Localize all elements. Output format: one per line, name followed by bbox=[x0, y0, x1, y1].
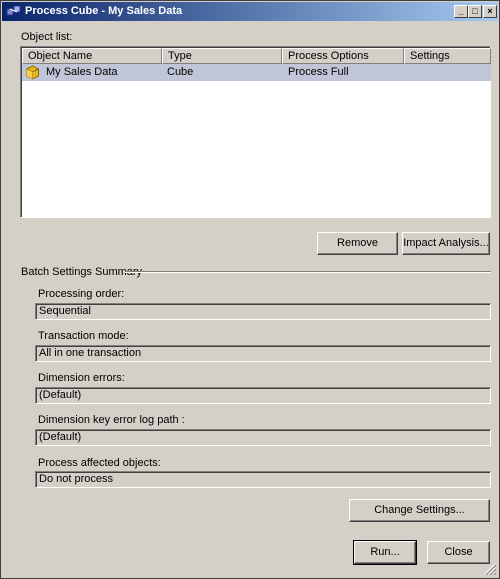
object-list[interactable]: Object Name Type Process Options Setting… bbox=[20, 46, 491, 218]
minimize-button[interactable]: _ bbox=[454, 5, 468, 18]
dimension-errors-field: (Default) bbox=[35, 387, 491, 404]
dimension-key-error-log-path-field: (Default) bbox=[35, 429, 491, 446]
change-settings-button[interactable]: Change Settings... bbox=[349, 499, 490, 522]
process-app-icon bbox=[6, 5, 21, 16]
close-button[interactable]: Close bbox=[427, 541, 490, 564]
table-row[interactable]: My Sales Data Cube Process Full bbox=[22, 64, 491, 81]
dimension-errors-label: Dimension errors: bbox=[38, 372, 125, 384]
column-header-type[interactable]: Type bbox=[162, 48, 282, 64]
cube-icon bbox=[26, 65, 39, 80]
row-type: Cube bbox=[167, 66, 194, 78]
process-affected-objects-field: Do not process bbox=[35, 471, 491, 488]
column-header-settings[interactable]: Settings bbox=[404, 48, 491, 64]
dimension-key-error-log-path-label: Dimension key error log path : bbox=[38, 414, 185, 426]
remove-button[interactable]: Remove bbox=[317, 232, 398, 255]
window-title: Process Cube - My Sales Data bbox=[25, 5, 183, 17]
batch-settings-divider bbox=[125, 271, 491, 273]
transaction-mode-label: Transaction mode: bbox=[38, 330, 129, 342]
batch-settings-heading: Batch Settings Summary bbox=[21, 266, 143, 278]
object-list-header: Object Name Type Process Options Setting… bbox=[22, 48, 491, 64]
close-window-button[interactable]: × bbox=[483, 5, 497, 18]
row-object-name: My Sales Data bbox=[46, 66, 118, 78]
title-bar[interactable]: Process Cube - My Sales Data _ □ × bbox=[2, 2, 498, 21]
process-cube-dialog: Process Cube - My Sales Data _ □ × Objec… bbox=[0, 0, 500, 579]
object-list-label: Object list: bbox=[21, 31, 73, 43]
impact-analysis-button[interactable]: Impact Analysis... bbox=[402, 232, 490, 255]
resize-grip-icon[interactable] bbox=[484, 563, 496, 575]
processing-order-label: Processing order: bbox=[38, 288, 125, 300]
column-header-process-options[interactable]: Process Options bbox=[282, 48, 404, 64]
maximize-button[interactable]: □ bbox=[468, 5, 482, 18]
processing-order-field: Sequential bbox=[35, 303, 491, 320]
row-process-options[interactable]: Process Full bbox=[288, 66, 349, 78]
transaction-mode-field: All in one transaction bbox=[35, 345, 491, 362]
process-affected-objects-label: Process affected objects: bbox=[38, 457, 161, 469]
column-header-object-name[interactable]: Object Name bbox=[22, 48, 162, 64]
run-button[interactable]: Run... bbox=[353, 540, 417, 565]
